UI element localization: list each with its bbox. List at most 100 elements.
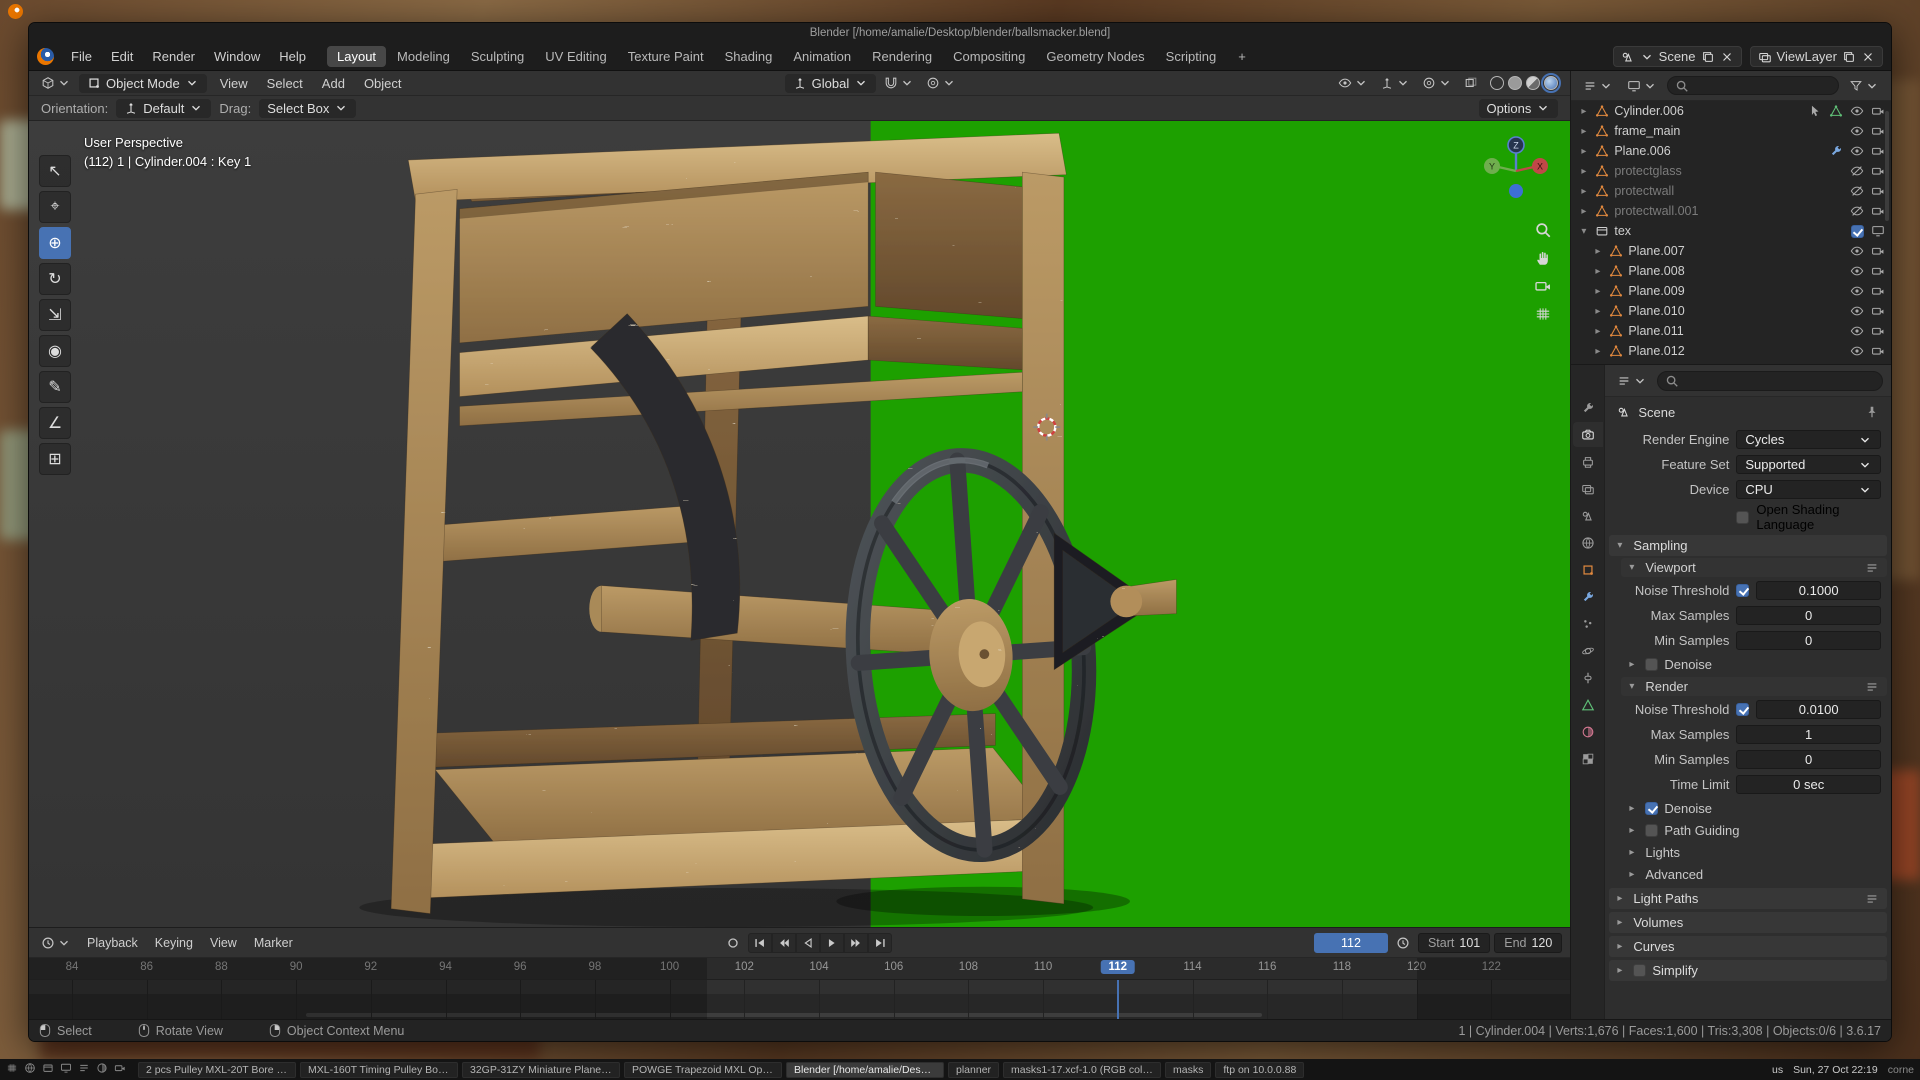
outliner-item-plane-007[interactable]: ▸Plane.007 [1571, 241, 1891, 261]
snap-toggle[interactable] [880, 74, 918, 92]
playhead[interactable] [1117, 980, 1119, 1019]
shading-wireframe-button[interactable] [1490, 76, 1504, 90]
gizmos-dropdown[interactable] [1376, 74, 1414, 92]
panel-volumes[interactable]: ▸Volumes [1609, 912, 1887, 933]
tool-rotate-button[interactable]: ↻ [39, 263, 71, 295]
disclosure-triangle-icon[interactable]: ▸ [1595, 346, 1605, 357]
taskbar-launcher-globe[interactable] [24, 1062, 36, 1077]
scene-selector[interactable]: Scene [1613, 46, 1742, 67]
noise-threshold-checkbox[interactable] [1736, 584, 1749, 597]
blender-desktop-icon[interactable] [8, 4, 23, 19]
disclosure-triangle-icon[interactable]: ▸ [1629, 803, 1639, 814]
timeline-menu-view[interactable]: View [202, 933, 245, 953]
tool-tweak-button[interactable]: ↖ [39, 155, 71, 187]
disclosure-triangle-icon[interactable]: ▸ [1581, 186, 1591, 197]
outliner-item-protectglass[interactable]: ▸protectglass [1571, 161, 1891, 181]
properties-tab-globe-5[interactable] [1573, 530, 1603, 555]
frame-end-field[interactable]: End 120 [1494, 933, 1562, 953]
menu-file[interactable]: File [62, 46, 101, 67]
taskbar-launcher-material[interactable] [96, 1062, 108, 1077]
editor-type-button[interactable] [37, 74, 75, 92]
disclosure-triangle-icon[interactable]: ▸ [1617, 917, 1627, 928]
max-samples-field[interactable]: 0 [1736, 606, 1881, 625]
panel-simplify[interactable]: ▸Simplify [1609, 960, 1887, 981]
noise-threshold-field[interactable]: 0.0100 [1756, 700, 1881, 719]
disclosure-triangle-icon[interactable]: ▸ [1581, 206, 1591, 217]
disclosure-triangle-icon[interactable]: ▸ [1595, 246, 1605, 257]
prev-keyframe-button[interactable] [772, 933, 796, 953]
properties-tab-particles-8[interactable] [1573, 611, 1603, 636]
visibility-dropdown[interactable] [1334, 74, 1372, 92]
xray-toggle[interactable] [1460, 74, 1482, 92]
taskbar-window-4[interactable]: Blender [/home/amalie/Desktop/ble… [786, 1062, 944, 1078]
use-preview-range-button[interactable] [1392, 934, 1414, 952]
workspace-tab-rendering[interactable]: Rendering [862, 46, 942, 67]
min-samples-field[interactable]: 0 [1736, 631, 1881, 650]
blender-logo-icon[interactable] [37, 48, 54, 65]
outliner-item-protectwall[interactable]: ▸protectwall [1571, 181, 1891, 201]
properties-tab-material-12[interactable] [1573, 719, 1603, 744]
outliner-item-tex[interactable]: ▾tex [1571, 221, 1891, 241]
taskbar-launcher-box[interactable] [42, 1062, 54, 1077]
properties-tab-texture-13[interactable] [1573, 746, 1603, 771]
disclosure-triangle-icon[interactable]: ▸ [1595, 266, 1605, 277]
device-field[interactable]: CPU [1736, 480, 1881, 499]
tool-add-cube-button[interactable]: ⊞ [39, 443, 71, 475]
tool-measure-button[interactable]: ∠ [39, 407, 71, 439]
disclosure-triangle-icon[interactable]: ▸ [1629, 869, 1639, 880]
taskbar-launcher-cam[interactable] [114, 1062, 126, 1077]
outliner-search-input[interactable] [1667, 76, 1839, 95]
properties-tab-camback-1[interactable] [1573, 422, 1603, 447]
viewport-menu-select[interactable]: Select [258, 73, 312, 94]
timeline-editor-type-button[interactable] [37, 934, 75, 952]
path-guiding-checkbox[interactable] [1645, 824, 1658, 837]
properties-search-input[interactable] [1657, 371, 1883, 391]
properties-editor-type-button[interactable] [1613, 372, 1651, 390]
timeline-menu-marker[interactable]: Marker [246, 933, 301, 953]
workspace-tab-sculpting[interactable]: Sculpting [461, 46, 534, 67]
tool-transform-button[interactable]: ◉ [39, 335, 71, 367]
outliner-item-plane-011[interactable]: ▸Plane.011 [1571, 321, 1891, 341]
outliner-item-cylinder-006[interactable]: ▸Cylinder.006 [1571, 101, 1891, 121]
navigation-gizmo[interactable]: Z Y X [1478, 133, 1554, 209]
denoise-checkbox[interactable] [1645, 802, 1658, 815]
next-keyframe-button[interactable] [844, 933, 868, 953]
taskbar-window-3[interactable]: POWGE Trapezoid MXL Open Sync… [624, 1062, 782, 1078]
open-shading-language-checkbox[interactable] [1736, 511, 1749, 524]
workspace-tab-uv-editing[interactable]: UV Editing [535, 46, 616, 67]
outliner-editor-type-button[interactable] [1579, 77, 1617, 95]
outliner-item-plane-010[interactable]: ▸Plane.010 [1571, 301, 1891, 321]
taskbar-window-8[interactable]: ftp on 10.0.0.88 [1215, 1062, 1304, 1078]
disclosure-triangle-icon[interactable]: ▸ [1581, 126, 1591, 137]
properties-tab-wrench-7[interactable] [1573, 584, 1603, 609]
timeline-menu-playback[interactable]: Playback [79, 933, 146, 953]
feature-set-field[interactable]: Supported [1736, 455, 1881, 474]
panel-viewport[interactable]: ▾Viewport [1621, 558, 1887, 577]
disclosure-triangle-icon[interactable]: ▸ [1617, 965, 1627, 976]
disclosure-triangle-icon[interactable]: ▸ [1629, 847, 1639, 858]
outliner-item-frame-main[interactable]: ▸frame_main [1571, 121, 1891, 141]
playhead-label[interactable]: 112 [1101, 960, 1136, 974]
subpanel-denoise[interactable]: ▸Denoise [1605, 653, 1891, 675]
tool-move-button[interactable]: ⊕ [39, 227, 71, 259]
workspace-tab-shading[interactable]: Shading [715, 46, 783, 67]
tool-annotate-button[interactable]: ✎ [39, 371, 71, 403]
gizmo-negative-z-ball[interactable] [1509, 184, 1523, 198]
properties-tab-wrench-0[interactable] [1573, 395, 1603, 420]
options-dropdown[interactable]: Options [1479, 99, 1559, 118]
outliner-item-plane-008[interactable]: ▸Plane.008 [1571, 261, 1891, 281]
window-titlebar[interactable]: Blender [/home/amalie/Desktop/blender/ba… [29, 23, 1891, 43]
shading-material-button[interactable] [1526, 76, 1540, 90]
subpanel-advanced[interactable]: ▸Advanced [1605, 863, 1891, 885]
current-frame-field[interactable]: 112 [1314, 933, 1388, 953]
taskbar-window-7[interactable]: masks [1165, 1062, 1211, 1078]
taskbar-launcher-list[interactable] [78, 1062, 90, 1077]
tool-cursor-button[interactable]: ⌖ [39, 191, 71, 223]
outliner-display-mode[interactable] [1623, 77, 1661, 95]
proportional-edit-toggle[interactable] [922, 74, 960, 92]
disclosure-triangle-icon[interactable]: ▸ [1629, 825, 1639, 836]
disclosure-triangle-icon[interactable]: ▸ [1581, 166, 1591, 177]
simplify-checkbox[interactable] [1633, 964, 1646, 977]
properties-tab-objsq-6[interactable] [1573, 557, 1603, 582]
viewport-menu-object[interactable]: Object [355, 73, 411, 94]
